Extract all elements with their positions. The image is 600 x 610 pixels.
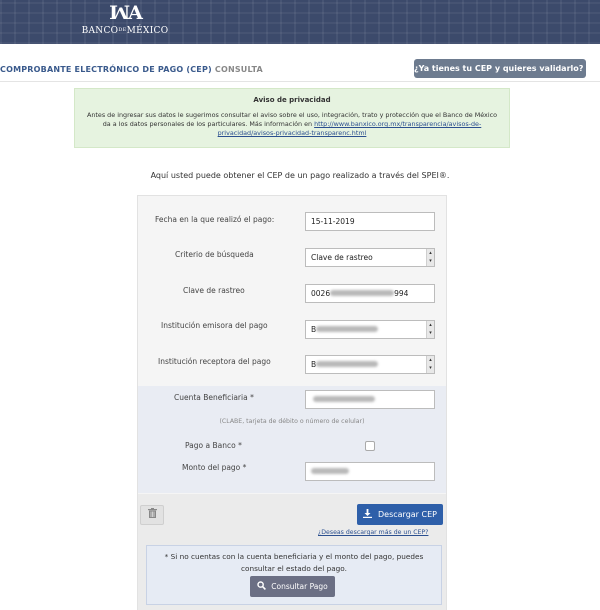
consult-payment-label: Consultar Pago	[271, 582, 328, 591]
logo-text: BANCODEMÉXICO	[81, 26, 169, 36]
clear-form-button[interactable]	[140, 505, 164, 525]
download-icon	[363, 509, 372, 518]
receptora-label: Institución receptora del pago	[158, 357, 271, 366]
chevron-updown-icon: ▴ ▾	[426, 249, 434, 266]
criterio-label: Criterio de búsqueda	[175, 250, 254, 259]
clave-prefix: 0026	[311, 289, 331, 298]
emisora-label: Institución emisora del pago	[161, 321, 268, 330]
page-title-main: COMPROBANTE ELECTRÓNICO DE PAGO (CEP)	[0, 65, 212, 74]
redacted-blur	[311, 468, 349, 474]
emisora-select[interactable]: B ▴ ▾	[305, 320, 435, 339]
fecha-label: Fecha en la que realizó el pago:	[155, 215, 275, 224]
logo-mark-icon: ꟽA	[109, 2, 143, 24]
search-icon	[257, 581, 267, 590]
privacy-body: Antes de ingresar sus datos le sugerimos…	[85, 111, 499, 138]
intro-text: Aquí usted puede obtener el CEP de un pa…	[150, 171, 450, 180]
cuenta-label: Cuenta Beneficiaria *	[174, 393, 254, 402]
fecha-input[interactable]: 15-11-2019	[305, 212, 435, 231]
redacted-blur	[316, 326, 379, 332]
download-cep-button[interactable]: Descargar CEP	[357, 504, 443, 525]
pago-banco-label: Pago a Banco *	[185, 441, 242, 450]
redacted-blur	[330, 290, 395, 296]
redacted-blur	[313, 396, 375, 402]
site-header: ꟽA BANCODEMÉXICO	[0, 0, 600, 44]
page-title-sub: CONSULTA	[214, 65, 263, 74]
clave-label: Clave de rastreo	[183, 286, 245, 295]
validate-cep-label: ¿Ya tienes tu CEP y quieres validarlo?	[414, 64, 584, 73]
clave-suffix: 994	[394, 289, 409, 298]
receptora-select[interactable]: B ▴ ▾	[305, 355, 435, 374]
download-multiple-link[interactable]: ¿Deseas descargar más de un CEP?	[318, 529, 428, 536]
divider	[0, 81, 600, 82]
shield-icon	[587, 64, 594, 72]
monto-input[interactable]	[305, 462, 435, 481]
privacy-title: Aviso de privacidad	[253, 96, 331, 104]
cuenta-input[interactable]	[305, 390, 435, 409]
consult-payment-button[interactable]: Consultar Pago	[250, 576, 335, 597]
pago-banco-checkbox[interactable]	[365, 441, 375, 451]
privacy-notice: Aviso de privacidad Antes de ingresar su…	[74, 88, 510, 148]
monto-label: Monto del pago *	[182, 463, 247, 472]
redacted-blur	[316, 361, 379, 367]
download-cep-label: Descargar CEP	[378, 510, 437, 519]
sub-header: COMPROBANTE ELECTRÓNICO DE PAGO (CEP) CO…	[0, 58, 600, 80]
clave-input[interactable]: 0026 994	[305, 284, 435, 303]
chevron-updown-icon: ▴ ▾	[426, 321, 434, 338]
banxico-logo[interactable]: ꟽA BANCODEMÉXICO	[80, 2, 170, 42]
trash-icon	[147, 508, 157, 518]
consult-notice-text: * Si no cuentas con la cuenta beneficiar…	[164, 552, 424, 573]
validate-cep-button[interactable]: ¿Ya tienes tu CEP y quieres validarlo?	[414, 59, 594, 78]
criterio-select[interactable]: Clave de rastreo ▴ ▾	[305, 248, 435, 267]
chevron-updown-icon: ▴ ▾	[426, 356, 434, 373]
page-title: COMPROBANTE ELECTRÓNICO DE PAGO (CEP) CO…	[0, 65, 263, 74]
cuenta-hint: (CLABE, tarjeta de débito o número de ce…	[219, 418, 365, 425]
criterio-value: Clave de rastreo	[311, 253, 373, 262]
